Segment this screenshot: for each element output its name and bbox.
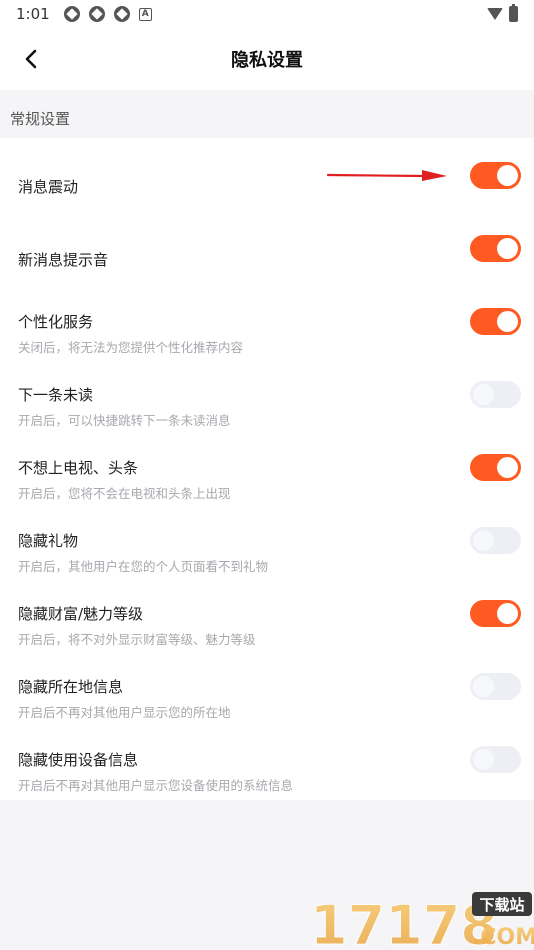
setting-title: 隐藏所在地信息 bbox=[18, 678, 124, 696]
wifi-icon bbox=[487, 8, 503, 20]
setting-row: 消息震动 bbox=[0, 138, 534, 211]
app-notification-icon bbox=[113, 6, 130, 22]
toggle-knob bbox=[497, 311, 518, 332]
setting-title: 不想上电视、头条 bbox=[18, 459, 139, 477]
watermark-domain-text: .COM bbox=[472, 925, 534, 950]
toggle-knob bbox=[473, 676, 494, 697]
status-right bbox=[487, 4, 518, 22]
status-time: 1:01 bbox=[16, 5, 50, 23]
setting-row: 个性化服务关闭后，将无法为您提供个性化推荐内容 bbox=[0, 284, 534, 357]
app-notification-icon bbox=[88, 6, 105, 22]
watermark-logo: 17178 下载站 .COM bbox=[310, 892, 534, 950]
screen: 1:01 A 隐私设置 常规设置 消息震动新消息提示音 个性化服务关闭后，将无法为… bbox=[0, 0, 534, 950]
setting-description: 开启后，可以快捷跳转下一条未读消息 bbox=[18, 413, 231, 428]
page-title: 隐私设置 bbox=[231, 50, 303, 71]
setting-title: 个性化服务 bbox=[18, 313, 94, 331]
header: 隐私设置 bbox=[0, 28, 534, 90]
setting-toggle[interactable] bbox=[470, 235, 521, 262]
setting-row: 隐藏所在地信息开启后不再对其他用户显示您的所在地 bbox=[0, 649, 534, 722]
setting-toggle[interactable] bbox=[470, 454, 521, 481]
setting-row: 隐藏使用设备信息开启后不再对其他用户显示您设备使用的系统信息 bbox=[0, 722, 534, 795]
setting-toggle[interactable] bbox=[470, 308, 521, 335]
a-notification-icon: A bbox=[138, 7, 152, 21]
setting-row: 下一条未读开启后，可以快捷跳转下一条未读消息 bbox=[0, 357, 534, 430]
section-label: 常规设置 bbox=[10, 110, 71, 128]
setting-toggle[interactable] bbox=[470, 381, 521, 408]
setting-description: 开启后，您将不会在电视和头条上出现 bbox=[18, 486, 231, 501]
setting-description: 开启后，将不对外显示财富等级、魅力等级 bbox=[18, 632, 256, 647]
setting-row: 隐藏财富/魅力等级开启后，将不对外显示财富等级、魅力等级 bbox=[0, 576, 534, 649]
app-notification-icon bbox=[63, 6, 80, 22]
setting-title: 隐藏财富/魅力等级 bbox=[18, 605, 144, 623]
chevron-left-icon[interactable] bbox=[20, 46, 44, 72]
toggle-knob bbox=[473, 749, 494, 770]
setting-toggle[interactable] bbox=[470, 746, 521, 773]
setting-description: 关闭后，将无法为您提供个性化推荐内容 bbox=[18, 340, 244, 355]
toggle-knob bbox=[497, 165, 518, 186]
setting-toggle[interactable] bbox=[470, 600, 521, 627]
setting-description: 开启后不再对其他用户显示您设备使用的系统信息 bbox=[18, 778, 294, 793]
setting-toggle[interactable] bbox=[470, 162, 521, 189]
toggle-knob bbox=[497, 603, 518, 624]
settings-list: 消息震动新消息提示音 个性化服务关闭后，将无法为您提供个性化推荐内容 下一条未读开启… bbox=[0, 138, 534, 800]
watermark-logo-text: 17178 bbox=[310, 894, 498, 950]
setting-toggle[interactable] bbox=[470, 527, 521, 554]
setting-title: 下一条未读 bbox=[18, 386, 94, 404]
annotation-arrow-icon bbox=[326, 170, 447, 181]
toggle-knob bbox=[497, 457, 518, 478]
toggle-knob bbox=[497, 238, 518, 259]
setting-title: 消息震动 bbox=[18, 178, 79, 196]
setting-row: 隐藏礼物开启后，其他用户在您的个人页面看不到礼物 bbox=[0, 503, 534, 576]
watermark-badge-text: 下载站 bbox=[479, 896, 524, 914]
status-bar: 1:01 A bbox=[0, 0, 534, 28]
setting-title: 隐藏礼物 bbox=[18, 532, 79, 550]
setting-description: 开启后不再对其他用户显示您的所在地 bbox=[18, 705, 231, 720]
setting-description: 开启后，其他用户在您的个人页面看不到礼物 bbox=[18, 559, 269, 574]
setting-row: 新消息提示音 bbox=[0, 211, 534, 284]
setting-toggle[interactable] bbox=[470, 673, 521, 700]
toggle-knob bbox=[473, 530, 494, 551]
setting-title: 新消息提示音 bbox=[18, 251, 109, 269]
toggle-knob bbox=[473, 384, 494, 405]
setting-row: 不想上电视、头条开启后，您将不会在电视和头条上出现 bbox=[0, 430, 534, 503]
setting-title: 隐藏使用设备信息 bbox=[18, 751, 139, 769]
battery-icon bbox=[509, 4, 518, 22]
